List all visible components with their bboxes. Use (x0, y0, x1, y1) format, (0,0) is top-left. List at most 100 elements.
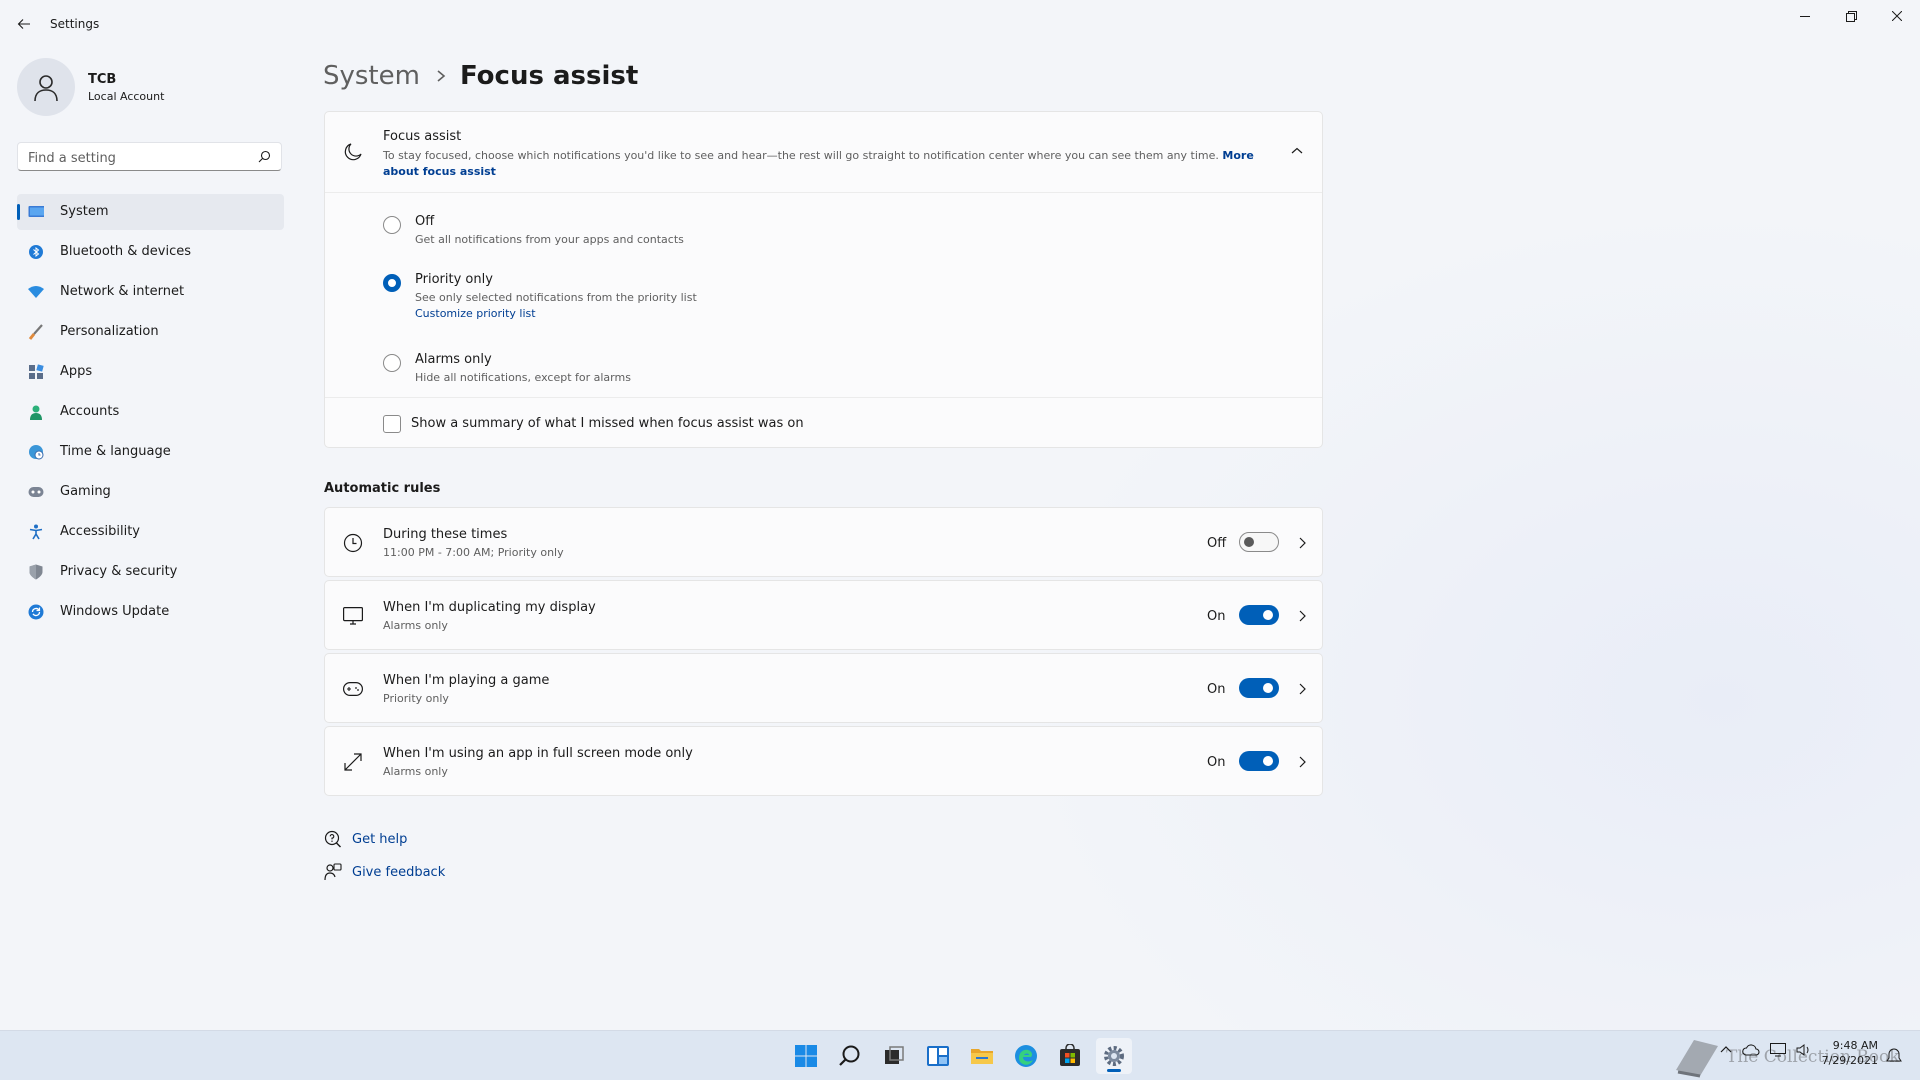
taskbar-search-button[interactable] (832, 1038, 868, 1074)
rule-toggle[interactable] (1239, 678, 1279, 698)
rule-toggle[interactable] (1239, 605, 1279, 625)
restore-icon (1845, 10, 1857, 22)
task-view-button[interactable] (876, 1038, 912, 1074)
summary-label[interactable]: Show a summary of what I missed when foc… (411, 416, 804, 431)
sidebar-item-accessibility[interactable]: Accessibility (17, 514, 284, 550)
radio-off[interactable] (383, 216, 401, 234)
search-input[interactable] (26, 148, 250, 168)
sidebar-item-system[interactable]: System (17, 194, 284, 230)
restore-button[interactable] (1828, 0, 1874, 32)
file-explorer-icon (971, 1049, 993, 1064)
chevron-right-icon[interactable] (1295, 609, 1309, 623)
wifi-icon (28, 284, 44, 300)
cloud-icon[interactable] (1742, 1043, 1760, 1057)
option-description: Get all notifications from your apps and… (415, 233, 684, 246)
search-box[interactable] (17, 142, 282, 171)
app-title: Settings (50, 17, 100, 31)
chevron-right-icon[interactable] (1295, 536, 1309, 550)
sidebar-item-accounts[interactable]: Accounts (17, 394, 284, 430)
volume-icon[interactable] (1796, 1043, 1812, 1057)
start-icon (795, 1045, 817, 1067)
settings-app-button[interactable] (1096, 1038, 1132, 1074)
toggle-knob (1244, 537, 1254, 547)
get-help-label[interactable]: Get help (352, 832, 407, 847)
close-button[interactable] (1874, 0, 1920, 32)
focus-assist-card: Focus assist To stay focused, choose whi… (324, 111, 1323, 448)
sidebar-item-bluetooth-devices[interactable]: Bluetooth & devices (17, 234, 284, 270)
radio-priority-only[interactable] (383, 274, 401, 292)
sidebar-item-label: Windows Update (60, 604, 170, 619)
store-icon (1060, 1044, 1080, 1066)
task-view-icon (885, 1046, 904, 1064)
sidebar-item-label: Bluetooth & devices (60, 244, 191, 259)
rule-state: Off (1207, 536, 1227, 551)
radio-alarms-only[interactable] (383, 354, 401, 372)
taskbar-clock[interactable]: 9:48 AM 7/29/2021 (1818, 1038, 1878, 1068)
widgets-icon (927, 1046, 949, 1066)
minimize-icon (1800, 16, 1810, 17)
focus-assist-header[interactable]: Focus assist To stay focused, choose whi… (325, 112, 1322, 193)
display-icon (343, 606, 363, 626)
breadcrumb-parent-system[interactable]: System (323, 61, 420, 91)
customize-priority-list-link[interactable]: Customize priority list (415, 307, 536, 320)
rule-toggle[interactable] (1239, 751, 1279, 771)
sidebar-item-windows-update[interactable]: Windows Update (17, 594, 284, 630)
help-chat-icon (324, 830, 341, 848)
sidebar-item-network-internet[interactable]: Network & internet (17, 274, 284, 310)
network-display-icon[interactable] (1770, 1043, 1786, 1057)
shield-icon (28, 564, 44, 580)
rule-full-screen-app[interactable]: When I'm using an app in full screen mod… (324, 726, 1323, 796)
avatar[interactable] (17, 58, 75, 116)
rule-during-these-times[interactable]: During these times 11:00 PM - 7:00 AM; P… (324, 507, 1323, 577)
description-text: To stay focused, choose which notificati… (383, 149, 1219, 162)
chevron-right-icon[interactable] (1295, 682, 1309, 696)
page-title: Focus assist (459, 61, 639, 91)
widgets-button[interactable] (920, 1038, 956, 1074)
chevron-up-icon[interactable] (1720, 1044, 1732, 1056)
globe-clock-icon (28, 444, 44, 460)
chevron-up-icon[interactable] (1290, 144, 1304, 158)
get-help-link[interactable]: Get help (324, 830, 407, 848)
sidebar-item-privacy-security[interactable]: Privacy & security (17, 554, 284, 590)
give-feedback-link[interactable]: Give feedback (324, 863, 445, 881)
breadcrumb: System Focus assist (323, 56, 638, 96)
sidebar-item-label: Time & language (60, 444, 171, 459)
summary-checkbox[interactable] (383, 415, 401, 433)
toggle-knob (1263, 683, 1273, 693)
back-button[interactable] (10, 10, 38, 38)
store-button[interactable] (1052, 1038, 1088, 1074)
sidebar-item-apps[interactable]: Apps (17, 354, 284, 390)
sidebar-item-time-language[interactable]: Time & language (17, 434, 284, 470)
file-explorer-button[interactable] (964, 1038, 1000, 1074)
option-label: Alarms only (415, 352, 492, 367)
automatic-rules-heading: Automatic rules (324, 481, 441, 496)
sidebar-nav: System Bluetooth & devices Network & int… (17, 194, 284, 634)
user-icon (34, 75, 58, 102)
rule-description: Alarms only (383, 619, 448, 632)
update-icon (28, 604, 44, 620)
rule-toggle[interactable] (1239, 532, 1279, 552)
accessibility-icon (28, 524, 44, 540)
option-description: See only selected notifications from the… (415, 291, 697, 304)
edge-icon (1015, 1045, 1037, 1067)
rule-title: When I'm using an app in full screen mod… (383, 746, 693, 761)
minimize-button[interactable] (1782, 0, 1828, 32)
search-icon[interactable] (258, 150, 271, 163)
taskbar: The Collection Book 9:48 AM 7/29/2021 (0, 1030, 1920, 1080)
give-feedback-label[interactable]: Give feedback (352, 865, 445, 880)
search-icon (839, 1045, 860, 1066)
rule-playing-game[interactable]: When I'm playing a game Priority only On (324, 653, 1323, 723)
rule-title: When I'm duplicating my display (383, 600, 596, 615)
sidebar-item-personalization[interactable]: Personalization (17, 314, 284, 350)
chevron-right-icon[interactable] (1295, 755, 1309, 769)
sidebar-item-gaming[interactable]: Gaming (17, 474, 284, 510)
notification-icon[interactable] (1886, 1048, 1902, 1064)
sidebar-item-label: Gaming (60, 484, 111, 499)
sidebar-item-label: Personalization (60, 324, 159, 339)
start-button[interactable] (788, 1038, 824, 1074)
rule-duplicating-display[interactable]: When I'm duplicating my display Alarms o… (324, 580, 1323, 650)
title-bar: Settings (0, 0, 1920, 48)
rule-state: On (1207, 682, 1226, 697)
edge-button[interactable] (1008, 1038, 1044, 1074)
settings-icon (1104, 1046, 1124, 1066)
